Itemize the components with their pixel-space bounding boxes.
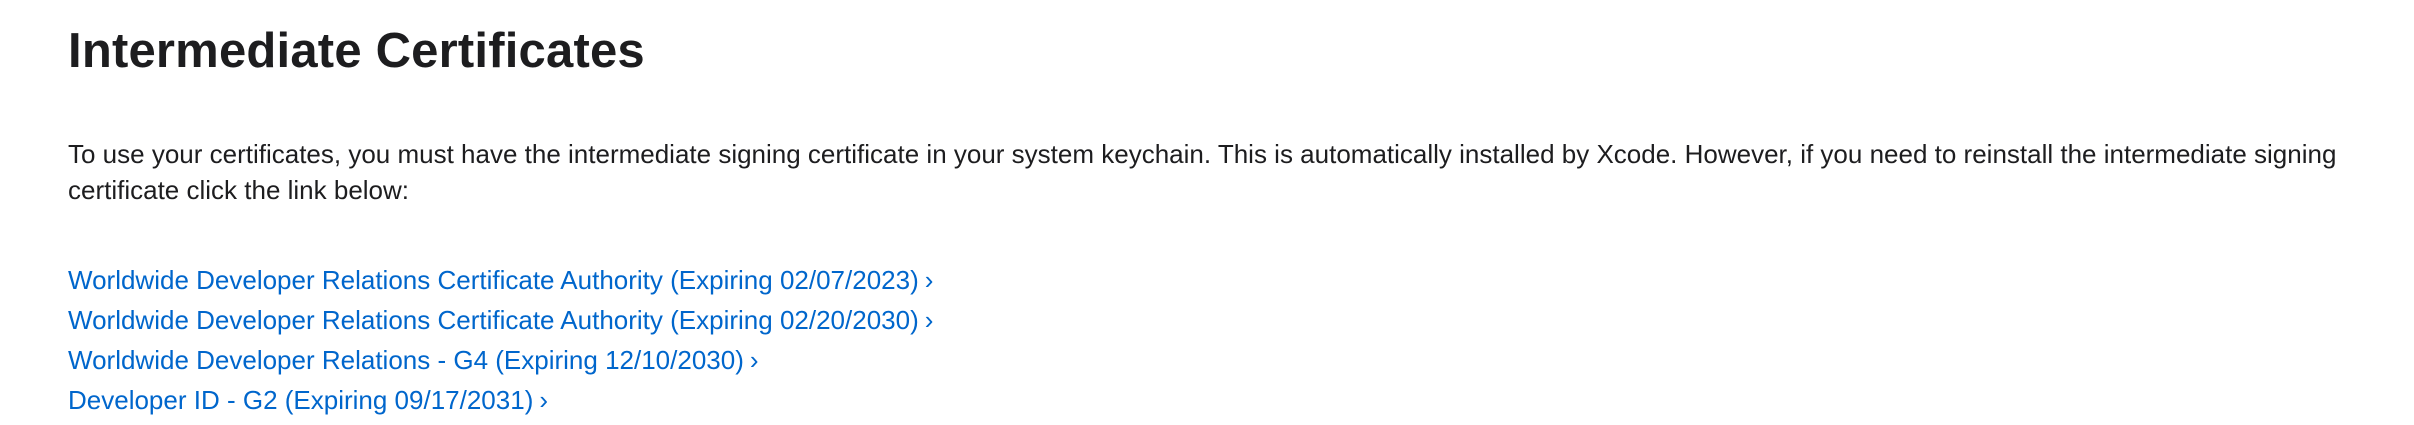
certificate-link-label: Worldwide Developer Relations Certificat… bbox=[68, 305, 919, 335]
page-title: Intermediate Certificates bbox=[68, 24, 645, 78]
list-item: Worldwide Developer Relations - G4 (Expi… bbox=[68, 340, 2414, 380]
certificate-link-developer-id-g2[interactable]: Developer ID - G2 (Expiring 09/17/2031) › bbox=[68, 385, 548, 415]
chevron-right-icon: › bbox=[924, 265, 934, 295]
list-item: Worldwide Developer Relations Certificat… bbox=[68, 300, 2414, 340]
certificate-link-wwdr-2023[interactable]: Worldwide Developer Relations Certificat… bbox=[68, 265, 933, 295]
intermediate-certificates-section: Intermediate Certificates To use your ce… bbox=[0, 0, 2414, 420]
section-description: To use your certificates, you must have … bbox=[68, 139, 2337, 205]
list-item: Developer ID - G2 (Expiring 09/17/2031) › bbox=[68, 380, 2414, 420]
certificate-link-wwdr-2030[interactable]: Worldwide Developer Relations Certificat… bbox=[68, 305, 933, 335]
chevron-right-icon: › bbox=[539, 385, 549, 415]
list-item: Worldwide Developer Relations Certificat… bbox=[68, 260, 2414, 300]
certificate-link-label: Worldwide Developer Relations Certificat… bbox=[68, 265, 919, 295]
chevron-right-icon: › bbox=[749, 345, 759, 375]
certificate-link-list: Worldwide Developer Relations Certificat… bbox=[68, 260, 2414, 420]
chevron-right-icon: › bbox=[924, 305, 934, 335]
certificate-link-wwdr-g4[interactable]: Worldwide Developer Relations - G4 (Expi… bbox=[68, 345, 759, 375]
certificate-link-label: Worldwide Developer Relations - G4 (Expi… bbox=[68, 345, 744, 375]
certificate-link-label: Developer ID - G2 (Expiring 09/17/2031) bbox=[68, 385, 534, 415]
